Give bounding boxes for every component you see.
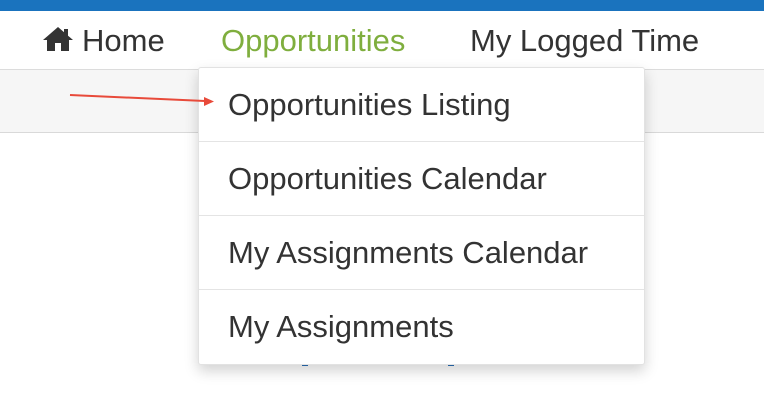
menu-item-label: Opportunities Calendar	[228, 161, 547, 196]
home-icon	[42, 12, 74, 51]
opportunities-dropdown-menu: Opportunities Listing Opportunities Cale…	[198, 67, 645, 365]
menu-item-label: Opportunities Listing	[228, 87, 511, 122]
menu-item-label: My Assignments	[228, 309, 454, 344]
menu-item-my-assignments-calendar[interactable]: My Assignments Calendar	[199, 216, 644, 290]
menu-item-my-assignments[interactable]: My Assignments	[199, 290, 644, 364]
nav-opportunities[interactable]: Opportunities	[221, 11, 405, 69]
nav-my-logged-time-label: My Logged Time	[470, 23, 700, 58]
menu-item-opportunities-calendar[interactable]: Opportunities Calendar	[199, 142, 644, 216]
menu-item-opportunities-listing[interactable]: Opportunities Listing	[199, 68, 644, 142]
nav-home-label: Home	[82, 23, 165, 58]
nav-my-logged-time[interactable]: My Logged Time	[470, 11, 699, 69]
nav-opportunities-label: Opportunities	[221, 23, 406, 58]
top-color-strip	[0, 0, 764, 11]
nav-home[interactable]: Home	[42, 11, 165, 69]
menu-item-label: My Assignments Calendar	[228, 235, 589, 270]
